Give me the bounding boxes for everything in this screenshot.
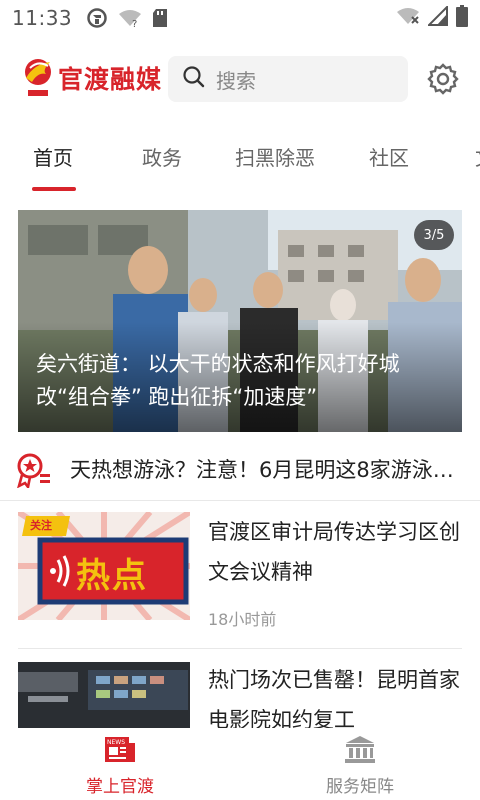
news-thumbnail-text: 热点 (76, 556, 148, 596)
settings-gear-icon[interactable] (426, 62, 460, 96)
search-placeholder: 搜索 (216, 68, 256, 93)
news-item[interactable]: 热门场次已售罄！昆明首家电影院如约复工 (0, 662, 480, 728)
status-bar: 11:33 ? (0, 0, 480, 36)
featured-banner[interactable]: 矣六街道： 以大干的状态和作风打好城改“组合拳” 跑出征拆“加速度” 3/5 (18, 210, 462, 432)
app-name: 官渡融媒 (58, 65, 163, 94)
sd-card-icon (152, 8, 168, 28)
news-thumbnail: 关注 热点 (18, 512, 190, 620)
bottom-navigation: NEWS 掌上官渡 服务矩阵 (0, 728, 480, 800)
tab-culture[interactable]: 文 (475, 142, 480, 171)
section-divider (0, 500, 480, 501)
nav-home[interactable]: NEWS 掌上官渡 (0, 728, 240, 800)
cellular-signal-icon (426, 4, 448, 31)
nav-home-label: 掌上官渡 (86, 777, 154, 797)
news-title: 热门场次已售罄！昆明首家电影院如约复工 (208, 668, 460, 728)
app-header: 官渡融媒 搜索 (0, 52, 480, 104)
svg-text:?: ? (132, 19, 137, 28)
banner-pager: 3/5 (414, 220, 454, 250)
search-icon (182, 65, 206, 93)
battery-icon (456, 4, 468, 32)
wifi-unknown-icon: ? (118, 8, 142, 28)
notice-text: 天热想游泳？注意！6月昆明这8家游泳场所 (70, 458, 462, 482)
nav-services[interactable]: 服务矩阵 (240, 728, 480, 800)
status-time: 11:33 (12, 6, 73, 30)
phoenix-logo-icon (20, 56, 56, 100)
tab-anti-crime[interactable]: 扫黑除恶 (235, 142, 315, 171)
news-divider (18, 648, 462, 649)
svg-text:NEWS: NEWS (107, 739, 125, 746)
search-bar[interactable]: 搜索 (168, 56, 408, 102)
tab-community[interactable]: 社区 (369, 142, 409, 171)
news-time: 18小时前 (208, 610, 277, 629)
news-thumbnail-tag: 关注 (30, 519, 52, 532)
notice-row[interactable]: 天热想游泳？注意！6月昆明这8家游泳场所 (0, 444, 480, 500)
banner-caption: 矣六街道： 以大干的状态和作风打好城改“组合拳” 跑出征拆“加速度” (36, 352, 400, 409)
news-title: 官渡区审计局传达学习区创文会议精神 (208, 520, 460, 584)
active-tab-indicator (32, 187, 76, 191)
category-tabs: 首页 政务 扫黑除恶 社区 文 (0, 130, 480, 192)
award-ribbon-icon (16, 452, 52, 491)
wifi-off-icon (396, 6, 420, 31)
tab-home[interactable]: 首页 (33, 142, 73, 171)
tab-government[interactable]: 政务 (142, 142, 182, 171)
do-not-disturb-icon (86, 7, 108, 29)
nav-services-label: 服务矩阵 (326, 777, 394, 797)
app-logo: 官渡融媒 (20, 56, 162, 100)
news-item[interactable]: 关注 热点 官渡区审计局传达学习区创文会议精神 18小时前 (0, 512, 480, 652)
news-icon: NEWS (104, 734, 136, 764)
news-thumbnail (18, 662, 190, 728)
bank-icon (344, 734, 376, 764)
